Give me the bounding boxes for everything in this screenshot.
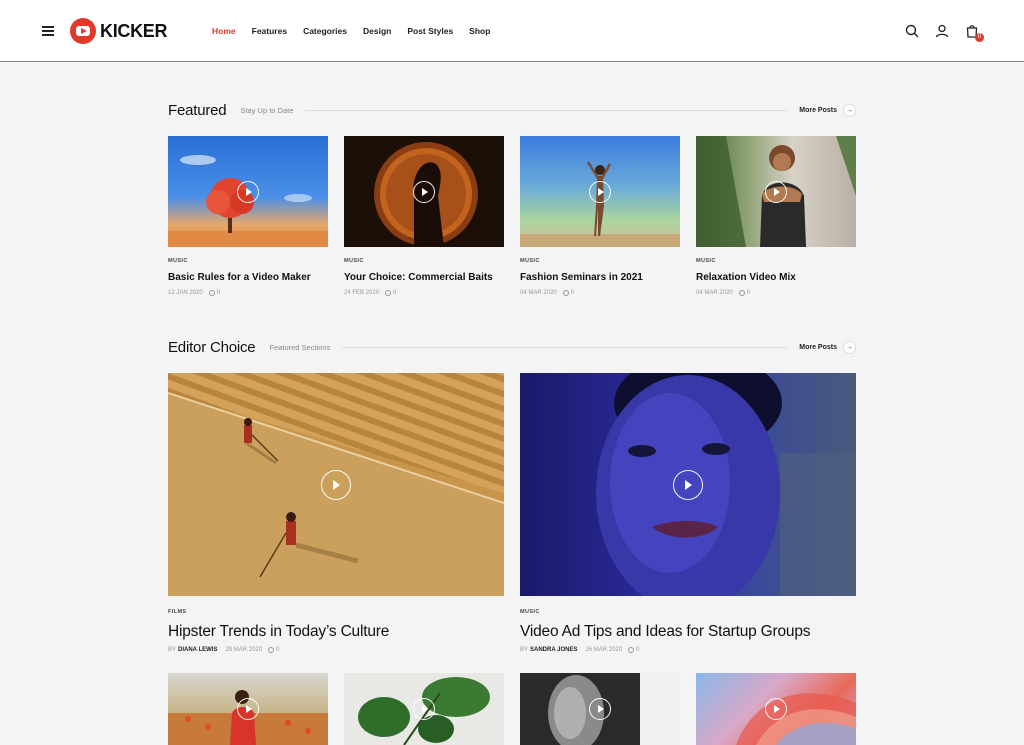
play-icon [673, 469, 703, 500]
post-category[interactable]: MUSIC [520, 258, 540, 264]
post-author[interactable]: SANDRA JONES [530, 647, 577, 653]
post-category[interactable]: MUSIC [696, 258, 716, 264]
main-nav: Home Features Categories Design Post Sty… [212, 26, 506, 36]
post-date: 12 JAN 2020 [168, 290, 203, 296]
comment-count[interactable]: 0 [636, 647, 639, 653]
play-icon [413, 180, 435, 203]
post-date: 24 FEB 2020 [344, 290, 380, 296]
nav-categories[interactable]: Categories [303, 26, 347, 36]
post-category[interactable]: MUSIC [168, 258, 188, 264]
post-date: 04 MAR 2020 [696, 290, 733, 296]
post-thumbnail[interactable] [168, 373, 504, 596]
post-thumbnail[interactable] [344, 673, 504, 745]
post-thumbnail[interactable] [168, 136, 328, 247]
post-thumbnail[interactable] [520, 136, 680, 247]
more-posts-link[interactable]: More Posts → [799, 340, 856, 354]
comment-icon [628, 647, 635, 653]
post-title[interactable]: Fashion Seminars in 2021 [520, 272, 643, 283]
header-actions: 0 [904, 23, 984, 42]
section-title: Featured [168, 101, 227, 119]
section-title: Editor Choice [168, 338, 256, 356]
by-label: BY [520, 647, 529, 653]
comment-icon [562, 290, 569, 296]
brand-name: KICKER [100, 20, 168, 41]
arrow-right-icon: → [843, 103, 856, 117]
post-category[interactable]: FILMS [168, 609, 187, 615]
comment-count[interactable]: 0 [276, 647, 279, 653]
nav-shop[interactable]: Shop [469, 26, 490, 36]
play-icon [589, 180, 611, 203]
nav-design[interactable]: Design [363, 26, 391, 36]
post-thumbnail[interactable] [344, 136, 504, 247]
user-icon[interactable] [934, 23, 950, 39]
post-date: 04 MAR 2020 [520, 290, 557, 296]
comment-count[interactable]: 0 [747, 290, 750, 296]
post-title[interactable]: Hipster Trends in Today’s Culture [168, 623, 389, 641]
more-posts-link[interactable]: More Posts → [799, 103, 856, 117]
search-icon[interactable] [904, 23, 920, 39]
post-date: 28 MAR 2020 [225, 647, 263, 653]
post-meta: 24 FEB 2020 0 [344, 290, 396, 296]
menu-icon[interactable] [42, 26, 54, 36]
comment-icon [208, 290, 215, 296]
by-label: BY [168, 647, 177, 653]
post-meta: 04 MAR 2020 0 [696, 290, 750, 296]
comment-icon [268, 647, 275, 653]
more-posts-label: More Posts [799, 343, 837, 351]
more-posts-label: More Posts [799, 106, 837, 114]
nav-post-styles[interactable]: Post Styles [407, 26, 453, 36]
comment-icon [385, 290, 392, 296]
play-icon [589, 698, 611, 720]
post-meta: BY SANDRA JONES 26 MAR 2020 0 [520, 647, 640, 653]
play-icon [413, 698, 435, 720]
post-author[interactable]: DIANA LEWIS [178, 647, 217, 653]
comment-count[interactable]: 0 [571, 290, 574, 296]
logo-play-icon [70, 18, 96, 44]
comment-count[interactable]: 0 [393, 290, 396, 296]
play-icon [765, 698, 787, 720]
post-thumbnail[interactable] [696, 136, 856, 247]
site-header: KICKER Home Features Categories Design P… [0, 0, 1024, 62]
post-thumbnail[interactable] [520, 673, 680, 745]
post-title[interactable]: Basic Rules for a Video Maker [168, 272, 311, 283]
site-logo[interactable]: KICKER [70, 18, 168, 44]
comment-count[interactable]: 0 [217, 290, 220, 296]
comment-icon [738, 290, 745, 296]
post-meta: 04 MAR 2020 0 [520, 290, 574, 296]
nav-home[interactable]: Home [212, 26, 236, 36]
post-category[interactable]: MUSIC [520, 609, 540, 615]
arrow-right-icon: → [843, 340, 856, 354]
post-thumbnail[interactable] [696, 673, 856, 745]
featured-section-header: Featured Stay Up to Date More Posts → [168, 100, 856, 120]
cart-icon[interactable]: 0 [964, 23, 984, 42]
post-category[interactable]: MUSIC [344, 258, 364, 264]
post-thumbnail[interactable] [520, 373, 856, 596]
editor-choice-section-header: Editor Choice Featured Sections More Pos… [168, 337, 856, 357]
post-title[interactable]: Video Ad Tips and Ideas for Startup Grou… [520, 623, 811, 641]
post-title[interactable]: Your Choice: Commercial Baits [344, 272, 493, 283]
post-title[interactable]: Relaxation Video Mix [696, 272, 796, 283]
section-divider [342, 346, 788, 348]
play-icon [765, 180, 787, 203]
post-meta: 12 JAN 2020 0 [168, 290, 220, 296]
play-icon [237, 698, 259, 720]
post-meta: BY DIANA LEWIS 28 MAR 2020 0 [168, 647, 280, 653]
nav-features[interactable]: Features [252, 26, 287, 36]
section-divider [305, 109, 788, 111]
play-icon [237, 180, 259, 203]
play-icon [321, 469, 351, 500]
post-date: 26 MAR 2020 [585, 647, 623, 653]
section-subtitle: Featured Sections [269, 342, 331, 352]
cart-count-badge: 0 [975, 33, 984, 42]
section-subtitle: Stay Up to Date [240, 105, 294, 115]
post-thumbnail[interactable] [168, 673, 328, 745]
